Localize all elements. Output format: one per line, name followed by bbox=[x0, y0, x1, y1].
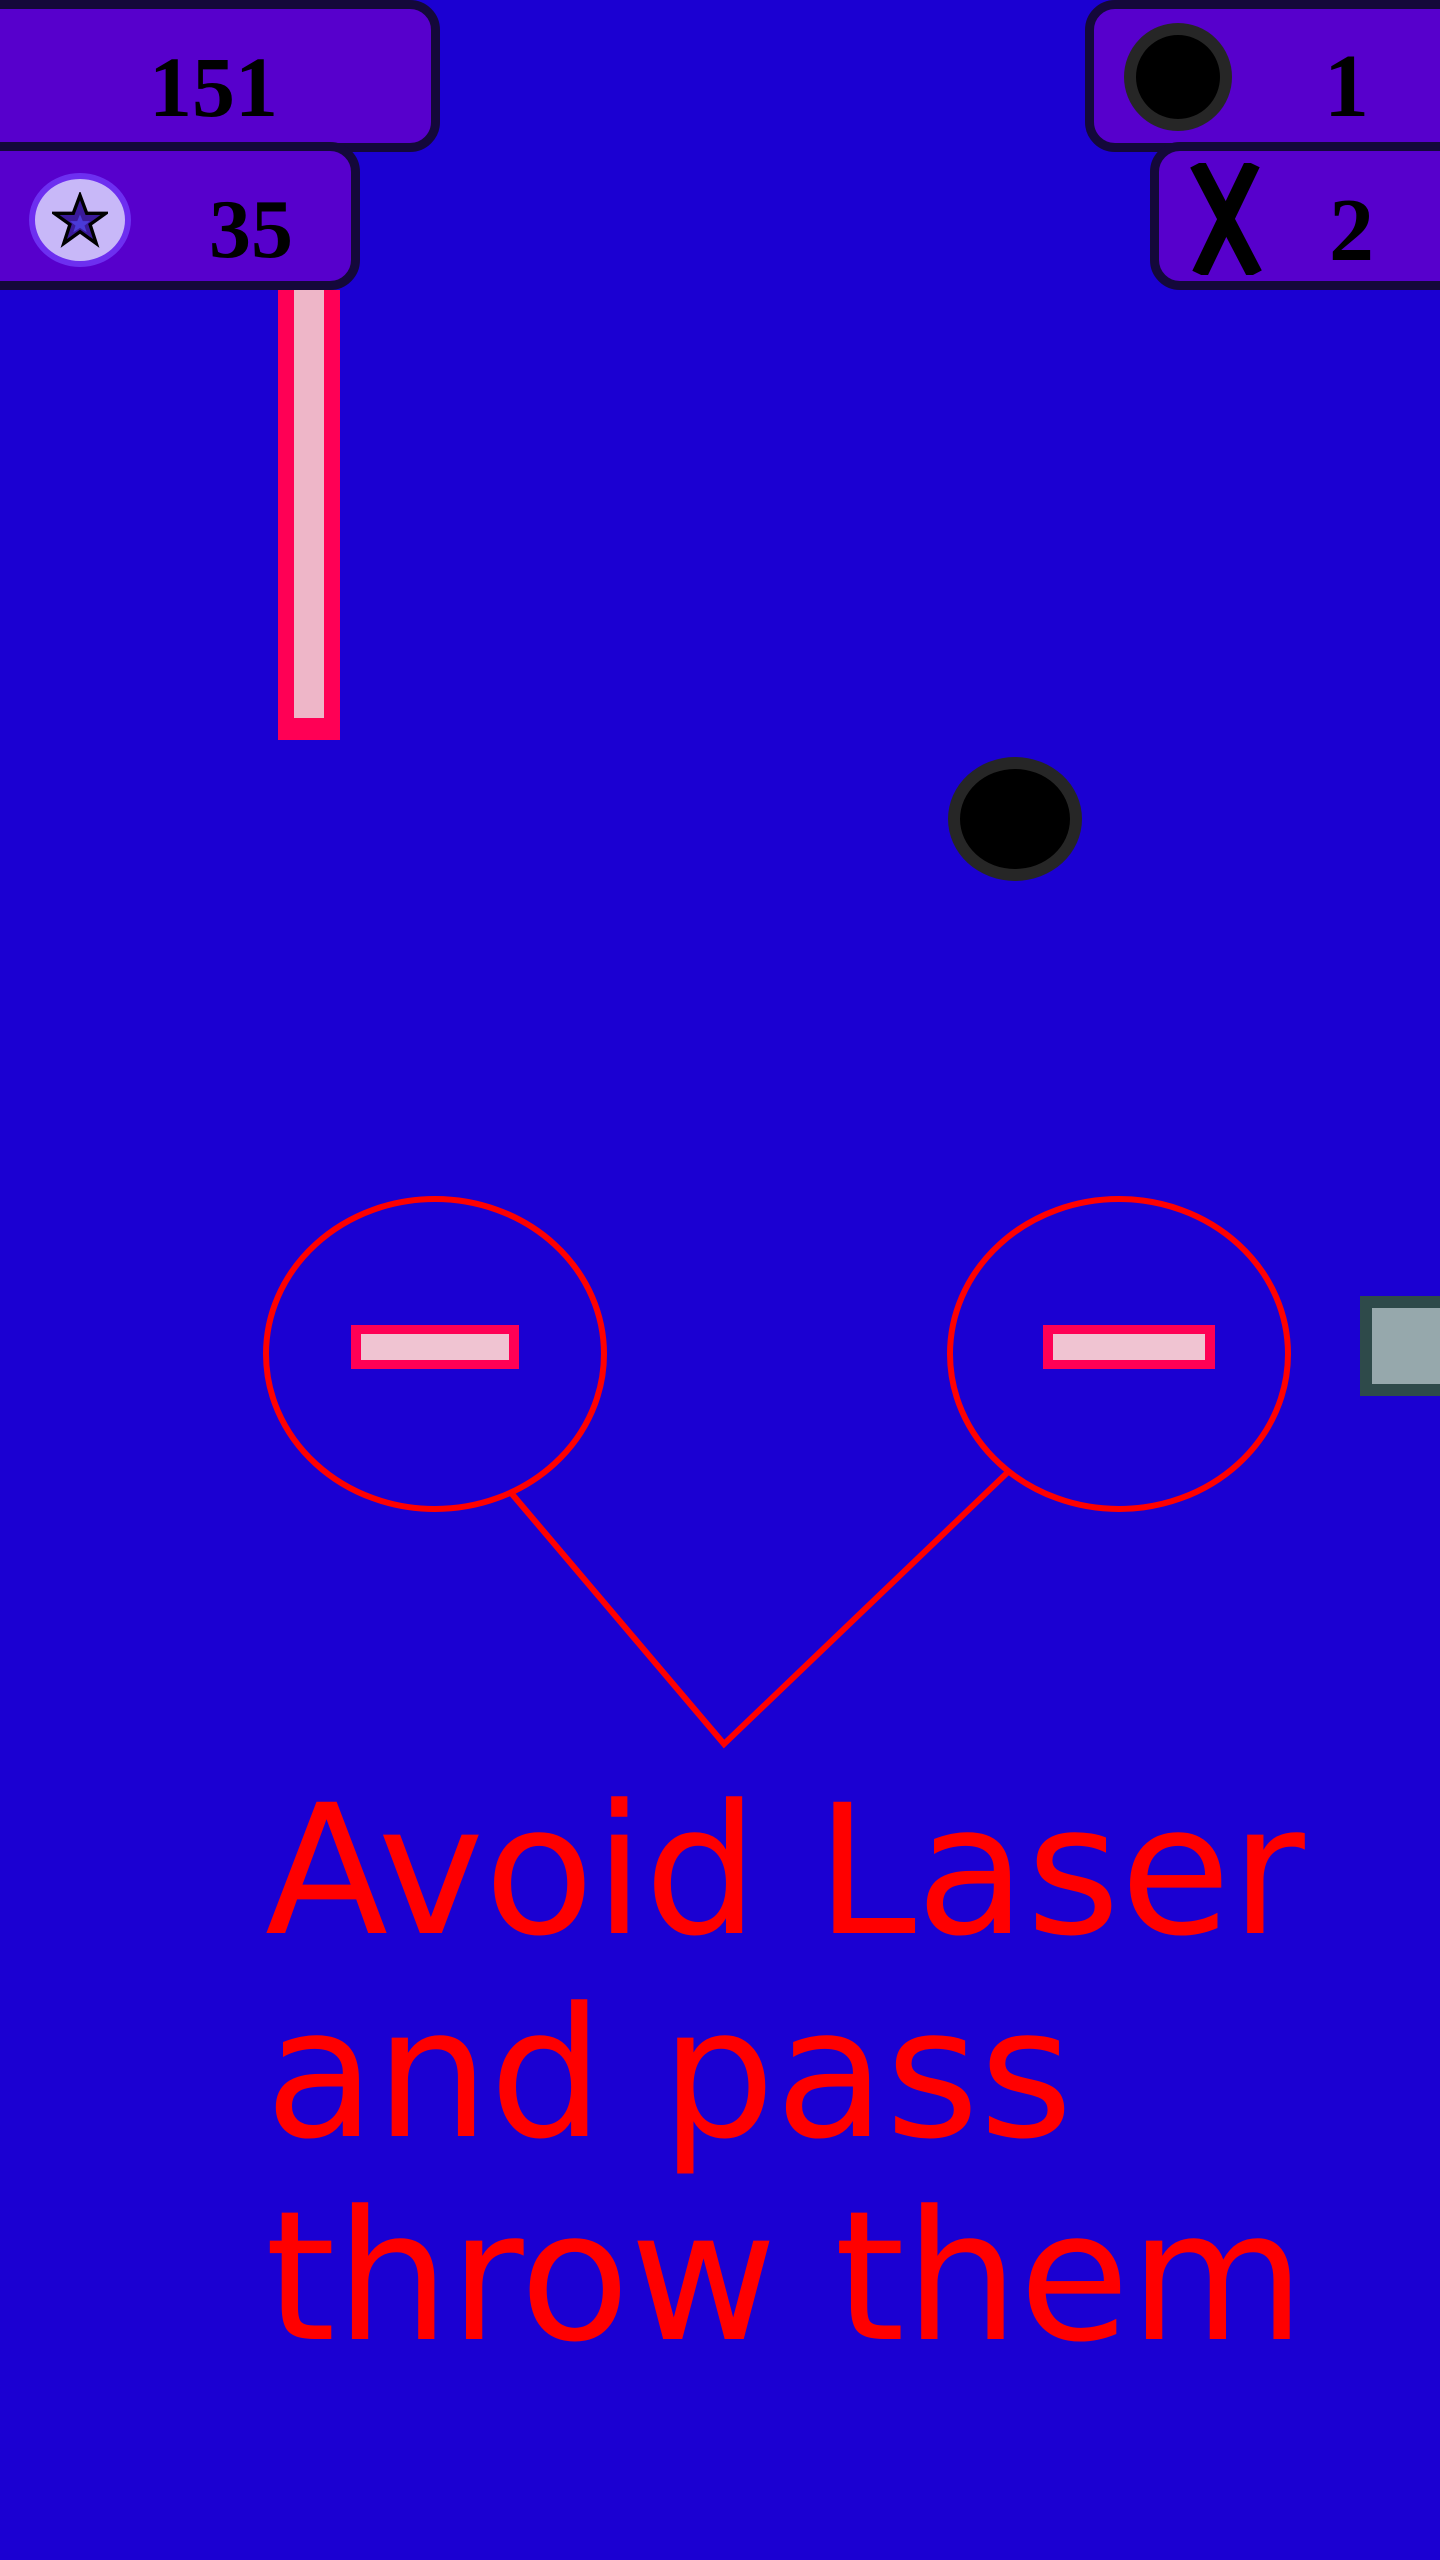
tutorial-line: and pass bbox=[265, 1970, 1073, 2179]
pointer-lines bbox=[509, 1469, 1011, 1749]
tutorial-text: Avoid Laser and pass throw them bbox=[265, 1770, 1385, 2379]
grey-block bbox=[1360, 1296, 1440, 1396]
laser-obstacle-right bbox=[1043, 1325, 1215, 1369]
tutorial-line: Avoid Laser bbox=[265, 1767, 1305, 1976]
laser-obstacle-left bbox=[351, 1325, 519, 1369]
game-screen[interactable]: { "hud": { "score": "151", "stars": "35"… bbox=[0, 0, 1440, 2560]
tutorial-line: throw them bbox=[265, 2173, 1306, 2382]
